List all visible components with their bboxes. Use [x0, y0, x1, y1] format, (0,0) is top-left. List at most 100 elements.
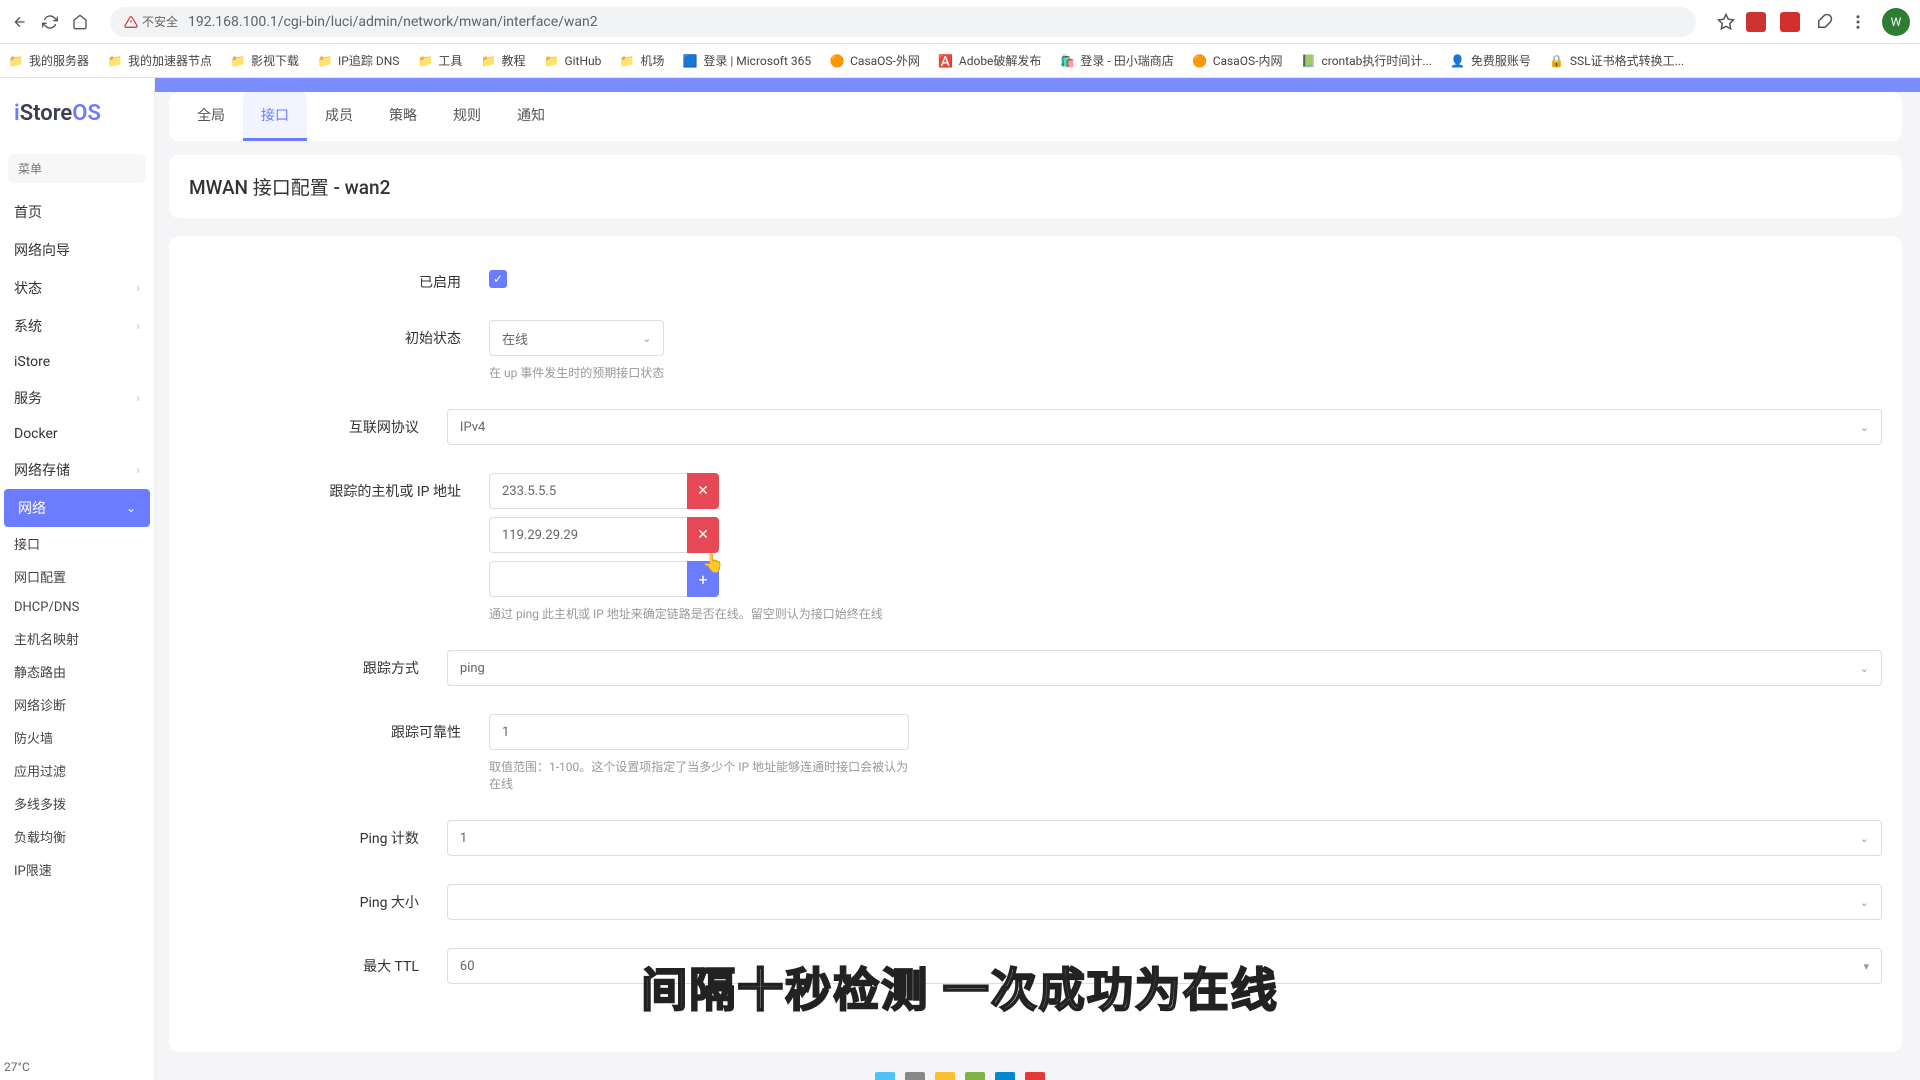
enabled-checkbox[interactable]: ✓ [489, 270, 507, 288]
logo[interactable]: iStoreOS [0, 78, 154, 148]
max-ttl-select[interactable]: 60 ▾ [447, 948, 1882, 984]
track-ip-input-1[interactable] [489, 473, 687, 509]
tab-global[interactable]: 全局 [179, 92, 243, 141]
sidebar-sub-routes[interactable]: 静态路由 [0, 655, 154, 688]
sidebar-item-status[interactable]: 状态› [0, 269, 154, 307]
taskbar-icon[interactable] [875, 1072, 895, 1080]
ping-count-select[interactable]: 1 ⌄ [447, 820, 1882, 856]
max-ttl-label: 最大 TTL [189, 948, 447, 976]
bookmark-item[interactable]: 📁 我的服务器 [8, 52, 89, 69]
taskbar-icon[interactable] [995, 1072, 1015, 1080]
ping-size-select[interactable]: ⌄ [447, 884, 1882, 920]
sidebar-item-network[interactable]: 网络⌄ [4, 489, 150, 527]
bookmark-item[interactable]: 📁 GitHub [543, 53, 601, 69]
add-ip-button[interactable]: + [687, 561, 719, 597]
bookmark-item[interactable]: 🟠CasaOS-外网 [829, 52, 920, 69]
folder-icon: 📁 [543, 53, 559, 69]
bookmark-item[interactable]: 🟠 CasaOS-内网 [1192, 52, 1283, 69]
tab-interface[interactable]: 接口 [243, 92, 307, 141]
bookmark-item[interactable]: 📁影视下载 [230, 52, 299, 69]
track-reliability-hint: 取值范围：1-100。这个设置项指定了当多少个 IP 地址能够连通时接口会被认为… [489, 758, 909, 792]
sidebar-item-nas[interactable]: 网络存储› [0, 451, 154, 489]
bookmark-item[interactable]: 📁教程 [480, 52, 525, 69]
chevron-right-icon: › [136, 463, 140, 477]
sidebar-item-label: iStore [14, 354, 50, 370]
sidebar-sub-mwan[interactable]: 多线多拨 [0, 787, 154, 820]
bookmark-label: 我的服务器 [29, 52, 89, 69]
taskbar-icon[interactable] [935, 1072, 955, 1080]
top-accent-bar [155, 78, 1920, 92]
casa-icon: 🟠 [1192, 53, 1208, 69]
search-menu[interactable]: 菜单 [8, 154, 146, 183]
bookmark-label: CasaOS-外网 [850, 52, 920, 69]
bookmark-label: Adobe破解发布 [959, 52, 1042, 69]
sidebar-item-system[interactable]: 系统› [0, 307, 154, 345]
track-ip-hint: 通过 ping 此主机或 IP 地址来确定链路是否在线。留空则认为接口始终在线 [489, 605, 889, 622]
track-method-label: 跟踪方式 [189, 650, 447, 678]
track-method-select[interactable]: ping ⌄ [447, 650, 1882, 686]
ext-2-icon[interactable] [1780, 12, 1800, 32]
back-icon[interactable] [10, 12, 30, 32]
user-icon: 👤 [1450, 53, 1466, 69]
url-bar[interactable]: 不安全 192.168.100.1/cgi-bin/luci/admin/net… [110, 7, 1696, 37]
bookmark-label: SSL证书格式转换工... [1570, 52, 1684, 69]
bookmark-label: 免费服账号 [1471, 52, 1531, 69]
bookmark-label: GitHub [564, 54, 601, 68]
sidebar-item-services[interactable]: 服务› [0, 379, 154, 417]
security-warning: 不安全 [124, 13, 178, 30]
main-content: 全局 接口 成员 策略 规则 通知 MWAN 接口配置 - wan2 已启用 ✓… [155, 78, 1920, 1080]
folder-icon: 📁 [480, 53, 496, 69]
track-ip-input-new[interactable] [489, 561, 687, 597]
sidebar-sub-firewall[interactable]: 防火墙 [0, 721, 154, 754]
bookmark-item[interactable]: 👤 免费服账号 [1450, 52, 1531, 69]
tab-rule[interactable]: 规则 [435, 92, 499, 141]
sidebar-item-home[interactable]: 首页 [0, 193, 154, 231]
sidebar-item-docker[interactable]: Docker [0, 417, 154, 451]
bookmark-item[interactable]: 🟦登录 | Microsoft 365 [682, 52, 811, 69]
sidebar-sub-appfilter[interactable]: 应用过滤 [0, 754, 154, 787]
tab-notify[interactable]: 通知 [499, 92, 563, 141]
sidebar-sub-dhcp[interactable]: DHCP/DNS [0, 593, 154, 622]
bookmark-item[interactable]: 🔒SSL证书格式转换工... [1549, 52, 1684, 69]
extensions-icon[interactable] [1814, 12, 1834, 32]
tab-policy[interactable]: 策略 [371, 92, 435, 141]
initial-state-label: 初始状态 [189, 320, 489, 348]
track-ip-input-2[interactable] [489, 517, 687, 553]
sidebar-sub-interface[interactable]: 接口 [0, 527, 154, 560]
bookmark-item[interactable]: 📁我的加速器节点 [107, 52, 212, 69]
taskbar-icon[interactable] [905, 1072, 925, 1080]
tab-member[interactable]: 成员 [307, 92, 371, 141]
sidebar-item-wizard[interactable]: 网络向导 [0, 231, 154, 269]
sidebar-sub-iplimit[interactable]: IP限速 [0, 853, 154, 886]
ext-1-icon[interactable] [1746, 12, 1766, 32]
delete-ip-button[interactable]: ✕ [687, 517, 719, 553]
home-icon[interactable] [70, 12, 90, 32]
folder-icon: 📁 [8, 53, 24, 69]
tabs: 全局 接口 成员 策略 规则 通知 [169, 92, 1902, 141]
protocol-select[interactable]: IPv4 ⌄ [447, 409, 1882, 445]
bookmark-item[interactable]: 📁工具 [417, 52, 462, 69]
sidebar-item-istore[interactable]: iStore [0, 345, 154, 379]
star-icon[interactable] [1716, 12, 1736, 32]
avatar[interactable]: W [1882, 8, 1910, 36]
browser-toolbar: 不安全 192.168.100.1/cgi-bin/luci/admin/net… [0, 0, 1920, 44]
bookmark-item[interactable]: 📁机场 [619, 52, 664, 69]
sidebar-sub-loadbalance[interactable]: 负载均衡 [0, 820, 154, 853]
taskbar-icon[interactable] [1025, 1072, 1045, 1080]
taskbar-icon[interactable] [965, 1072, 985, 1080]
reload-icon[interactable] [40, 12, 60, 32]
bookmark-item[interactable]: 📁IP追踪 DNS [317, 52, 399, 69]
bookmark-item[interactable]: 🛍️登录 - 田小瑞商店 [1059, 52, 1173, 69]
initial-state-select[interactable]: 在线 ⌄ [489, 320, 664, 356]
sidebar-sub-port[interactable]: 网口配置 [0, 560, 154, 593]
bookmark-item[interactable]: 🅰️Adobe破解发布 [938, 52, 1042, 69]
sidebar-item-label: Docker [14, 426, 58, 442]
sidebar-sub-hostnames[interactable]: 主机名映射 [0, 622, 154, 655]
folder-icon: 📁 [317, 53, 333, 69]
track-reliability-input[interactable] [489, 714, 909, 750]
menu-icon[interactable] [1848, 12, 1868, 32]
bookmark-label: CasaOS-内网 [1213, 52, 1283, 69]
sidebar-sub-diagnostics[interactable]: 网络诊断 [0, 688, 154, 721]
bookmark-item[interactable]: 📗crontab执行时间计... [1300, 52, 1431, 69]
delete-ip-button[interactable]: ✕ [687, 473, 719, 509]
